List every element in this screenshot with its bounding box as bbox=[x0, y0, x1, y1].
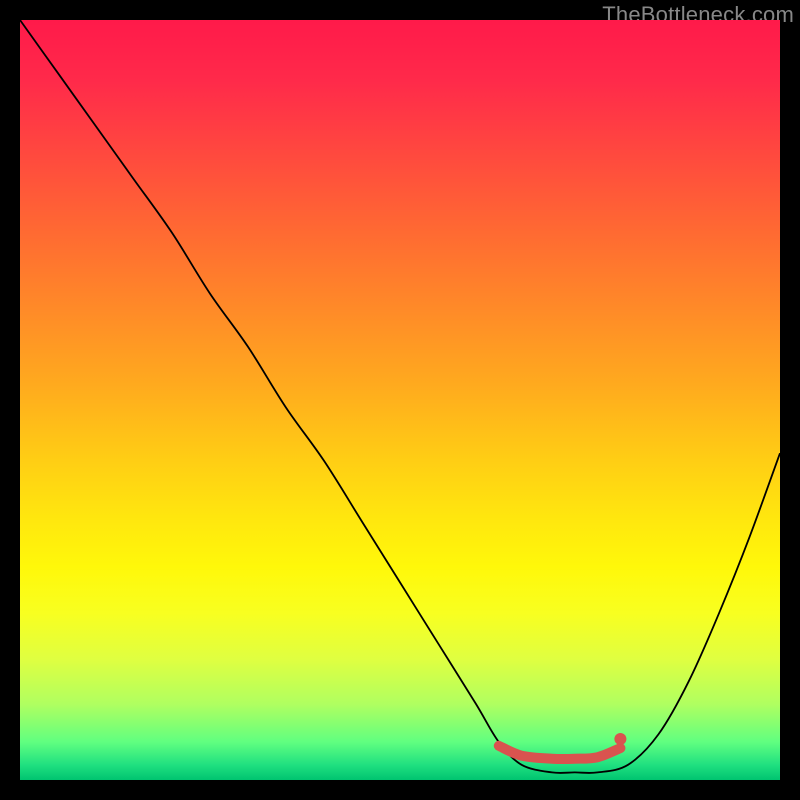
chart-container: TheBottleneck.com bbox=[0, 0, 800, 800]
marker-segment bbox=[499, 746, 621, 759]
curve-svg bbox=[20, 20, 780, 780]
marker-dot bbox=[614, 733, 626, 745]
bottleneck-curve bbox=[20, 20, 780, 773]
